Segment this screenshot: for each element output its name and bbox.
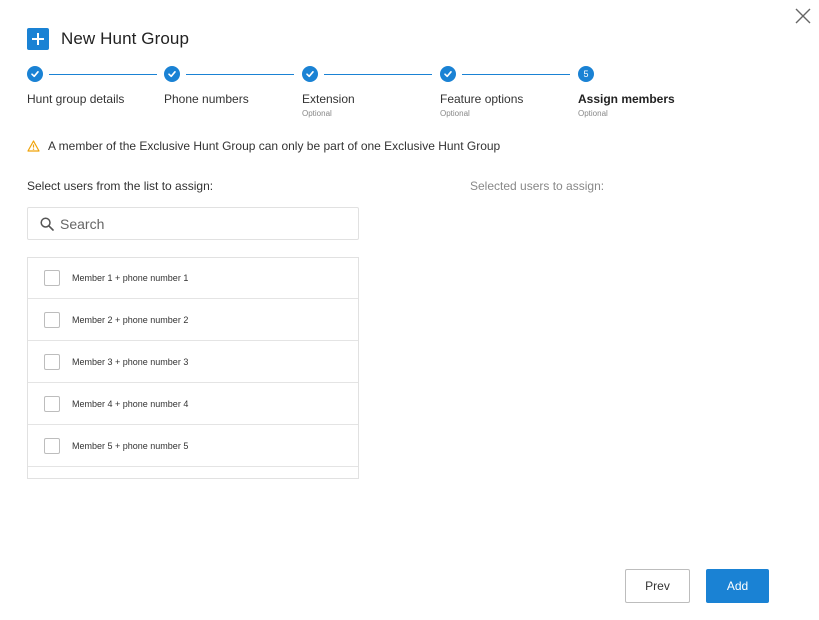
step-connector [462,74,570,75]
prev-button[interactable]: Prev [625,569,690,603]
list-item[interactable]: Member 1 + phone number 1 [28,258,358,299]
step-5-label: Assign members [578,92,675,106]
step-1-label: Hunt group details [27,92,125,106]
available-users-label: Select users from the list to assign: [27,179,214,193]
member-label: Member 3 + phone number 3 [72,356,189,367]
step-2-check-icon [164,66,180,82]
member-checkbox[interactable] [44,270,60,286]
close-button[interactable] [793,6,813,26]
member-label: Member 5 + phone number 5 [72,440,189,451]
warning-text: A member of the Exclusive Hunt Group can… [48,139,501,153]
close-icon [795,8,811,24]
member-checkbox[interactable] [44,353,60,370]
member-label: Member 4 + phone number 4 [72,398,189,409]
warning-icon [27,140,40,152]
member-label: Member 2 + phone number 2 [72,314,189,325]
step-connector [49,74,157,75]
step-3-label: Extension [302,92,355,106]
dialog-title: New Hunt Group [61,29,190,48]
dialog-header: New Hunt Group [27,27,189,51]
list-item[interactable]: Member 5 + phone number 5 [28,425,358,467]
step-1-check-icon [27,66,43,82]
add-button[interactable]: Add [706,569,769,603]
member-checkbox[interactable] [44,395,60,412]
step-connector [324,74,432,75]
wizard-stepper: Hunt group details Phone numbers Extensi… [27,66,727,126]
member-label: Member 1 + phone number 1 [72,273,189,283]
search-field[interactable] [27,207,359,240]
step-3-check-icon [302,66,318,82]
search-input[interactable] [60,215,340,232]
step-5-number: 5 [578,66,594,82]
step-4-check-icon [440,66,456,82]
member-checkbox[interactable] [44,311,60,328]
step-4-label: Feature options [440,92,524,106]
step-2-label: Phone numbers [164,92,249,106]
list-item[interactable]: Member 3 + phone number 3 [28,341,358,383]
step-5-sublabel: Optional [578,109,608,118]
list-item[interactable]: Member 4 + phone number 4 [28,383,358,425]
member-list[interactable]: Member 1 + phone number 1 Member 2 + pho… [27,257,359,479]
list-item[interactable]: Member 2 + phone number 2 [28,299,358,341]
member-checkbox[interactable] [44,437,60,454]
exclusive-warning: A member of the Exclusive Hunt Group can… [27,139,500,153]
plus-icon [27,28,49,50]
step-4-sublabel: Optional [440,109,470,118]
selected-users-label: Selected users to assign: [470,179,605,193]
search-icon [40,216,54,231]
step-3-sublabel: Optional [302,109,332,118]
step-connector [186,74,294,75]
